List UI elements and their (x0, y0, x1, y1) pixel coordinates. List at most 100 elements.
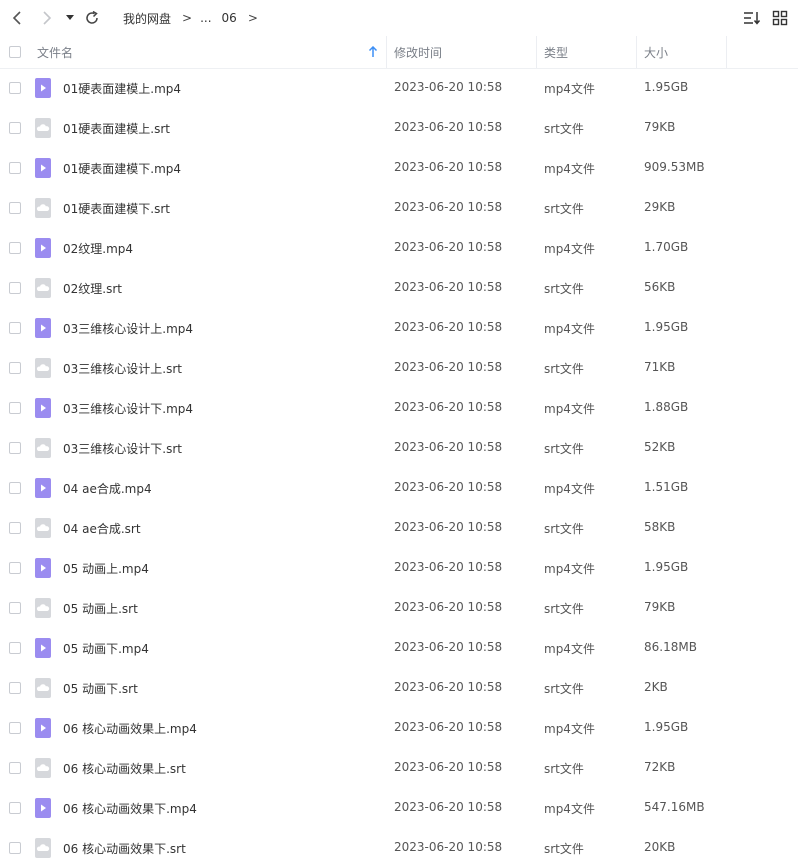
file-date: 2023-06-20 10:58 (394, 440, 503, 454)
file-name[interactable]: 01硬表面建模上.mp4 (63, 80, 181, 97)
file-date: 2023-06-20 10:58 (394, 760, 503, 774)
breadcrumb-ellipsis[interactable]: ... (200, 11, 211, 25)
file-name[interactable]: 05 动画下.srt (63, 680, 138, 697)
file-row[interactable]: 02纹理.mp4 2023-06-20 10:58 mp4文件 1.70GB (0, 228, 798, 268)
row-checkbox[interactable] (9, 122, 21, 134)
grid-view-icon[interactable] (769, 6, 791, 30)
file-date: 2023-06-20 10:58 (394, 280, 503, 294)
row-checkbox[interactable] (9, 722, 21, 734)
row-checkbox[interactable] (9, 162, 21, 174)
file-row[interactable]: 04 ae合成.mp4 2023-06-20 10:58 mp4文件 1.51G… (0, 468, 798, 508)
file-name[interactable]: 01硬表面建模下.srt (63, 200, 170, 217)
column-divider[interactable] (636, 36, 637, 68)
file-row[interactable]: 06 核心动画效果上.srt 2023-06-20 10:58 srt文件 72… (0, 748, 798, 788)
row-checkbox[interactable] (9, 682, 21, 694)
column-modified[interactable]: 修改时间 (394, 36, 442, 68)
row-checkbox[interactable] (9, 282, 21, 294)
file-name[interactable]: 05 动画上.mp4 (63, 560, 149, 577)
column-divider[interactable] (726, 36, 727, 68)
file-row[interactable]: 01硬表面建模下.mp4 2023-06-20 10:58 mp4文件 909.… (0, 148, 798, 188)
file-row[interactable]: 05 动画上.srt 2023-06-20 10:58 srt文件 79KB (0, 588, 798, 628)
file-name[interactable]: 06 核心动画效果上.srt (63, 760, 186, 777)
file-name[interactable]: 05 动画上.srt (63, 600, 138, 617)
chevron-left-icon[interactable] (7, 6, 27, 30)
file-name[interactable]: 02纹理.mp4 (63, 240, 133, 257)
file-row[interactable]: 03三维核心设计上.srt 2023-06-20 10:58 srt文件 71K… (0, 348, 798, 388)
file-row[interactable]: 05 动画下.srt 2023-06-20 10:58 srt文件 2KB (0, 668, 798, 708)
refresh-icon[interactable] (81, 6, 103, 30)
breadcrumb-root[interactable]: 我的网盘 (123, 10, 171, 27)
row-checkbox[interactable] (9, 522, 21, 534)
file-name[interactable]: 02纹理.srt (63, 280, 122, 297)
file-row[interactable]: 06 核心动画效果下.mp4 2023-06-20 10:58 mp4文件 54… (0, 788, 798, 828)
row-checkbox[interactable] (9, 762, 21, 774)
file-name[interactable]: 01硬表面建模上.srt (63, 120, 170, 137)
file-name[interactable]: 05 动画下.mp4 (63, 640, 149, 657)
column-name[interactable]: 文件名 (37, 36, 73, 68)
file-row[interactable]: 03三维核心设计下.mp4 2023-06-20 10:58 mp4文件 1.8… (0, 388, 798, 428)
file-name[interactable]: 04 ae合成.mp4 (63, 480, 152, 497)
file-size: 1.51GB (644, 480, 689, 494)
file-list: 01硬表面建模上.mp4 2023-06-20 10:58 mp4文件 1.95… (0, 68, 798, 868)
chevron-right-icon[interactable] (37, 6, 57, 30)
row-checkbox[interactable] (9, 842, 21, 854)
file-row[interactable]: 01硬表面建模下.srt 2023-06-20 10:58 srt文件 29KB (0, 188, 798, 228)
srt-file-icon (35, 118, 51, 138)
sort-list-icon[interactable] (741, 6, 763, 30)
file-name[interactable]: 04 ae合成.srt (63, 520, 141, 537)
row-checkbox[interactable] (9, 242, 21, 254)
file-row[interactable]: 05 动画上.mp4 2023-06-20 10:58 mp4文件 1.95GB (0, 548, 798, 588)
file-size: 909.53MB (644, 160, 705, 174)
file-date: 2023-06-20 10:58 (394, 640, 503, 654)
row-checkbox[interactable] (9, 362, 21, 374)
file-size: 72KB (644, 760, 676, 774)
column-divider[interactable] (386, 36, 387, 68)
file-name[interactable]: 03三维核心设计下.mp4 (63, 400, 193, 417)
file-type: mp4文件 (544, 162, 595, 176)
column-divider[interactable] (536, 36, 537, 68)
column-type[interactable]: 类型 (544, 36, 568, 68)
file-size: 71KB (644, 360, 676, 374)
select-all-checkbox[interactable] (9, 36, 21, 68)
row-checkbox[interactable] (9, 202, 21, 214)
row-checkbox[interactable] (9, 482, 21, 494)
breadcrumb-current[interactable]: 06 (222, 11, 237, 25)
file-row[interactable]: 05 动画下.mp4 2023-06-20 10:58 mp4文件 86.18M… (0, 628, 798, 668)
row-checkbox[interactable] (9, 562, 21, 574)
file-row[interactable]: 06 核心动画效果下.srt 2023-06-20 10:58 srt文件 20… (0, 828, 798, 868)
file-date: 2023-06-20 10:58 (394, 80, 503, 94)
row-checkbox[interactable] (9, 322, 21, 334)
file-name[interactable]: 03三维核心设计下.srt (63, 440, 182, 457)
file-row[interactable]: 03三维核心设计上.mp4 2023-06-20 10:58 mp4文件 1.9… (0, 308, 798, 348)
row-checkbox[interactable] (9, 82, 21, 94)
file-row[interactable]: 01硬表面建模上.mp4 2023-06-20 10:58 mp4文件 1.95… (0, 68, 798, 108)
caret-down-icon[interactable] (63, 6, 77, 30)
file-row[interactable]: 03三维核心设计下.srt 2023-06-20 10:58 srt文件 52K… (0, 428, 798, 468)
breadcrumb-separator: > (247, 11, 258, 25)
file-row[interactable]: 04 ae合成.srt 2023-06-20 10:58 srt文件 58KB (0, 508, 798, 548)
file-row[interactable]: 02纹理.srt 2023-06-20 10:58 srt文件 56KB (0, 268, 798, 308)
video-file-icon (35, 558, 51, 578)
file-name[interactable]: 03三维核心设计上.mp4 (63, 320, 193, 337)
arrow-up-icon[interactable] (368, 36, 378, 68)
file-type: srt文件 (544, 522, 584, 536)
file-size: 1.70GB (644, 240, 689, 254)
file-row[interactable]: 06 核心动画效果上.mp4 2023-06-20 10:58 mp4文件 1.… (0, 708, 798, 748)
file-name[interactable]: 03三维核心设计上.srt (63, 360, 182, 377)
row-checkbox[interactable] (9, 602, 21, 614)
file-name[interactable]: 06 核心动画效果上.mp4 (63, 720, 197, 737)
file-size: 52KB (644, 440, 676, 454)
file-name[interactable]: 06 核心动画效果下.srt (63, 840, 186, 857)
row-checkbox[interactable] (9, 442, 21, 454)
row-checkbox[interactable] (9, 642, 21, 654)
file-type: mp4文件 (544, 722, 595, 736)
file-row[interactable]: 01硬表面建模上.srt 2023-06-20 10:58 srt文件 79KB (0, 108, 798, 148)
row-checkbox[interactable] (9, 402, 21, 414)
row-checkbox[interactable] (9, 802, 21, 814)
file-name[interactable]: 01硬表面建模下.mp4 (63, 160, 181, 177)
file-size: 58KB (644, 520, 676, 534)
column-size[interactable]: 大小 (644, 36, 668, 68)
file-size: 56KB (644, 280, 676, 294)
file-name[interactable]: 06 核心动画效果下.mp4 (63, 800, 197, 817)
file-date: 2023-06-20 10:58 (394, 520, 503, 534)
